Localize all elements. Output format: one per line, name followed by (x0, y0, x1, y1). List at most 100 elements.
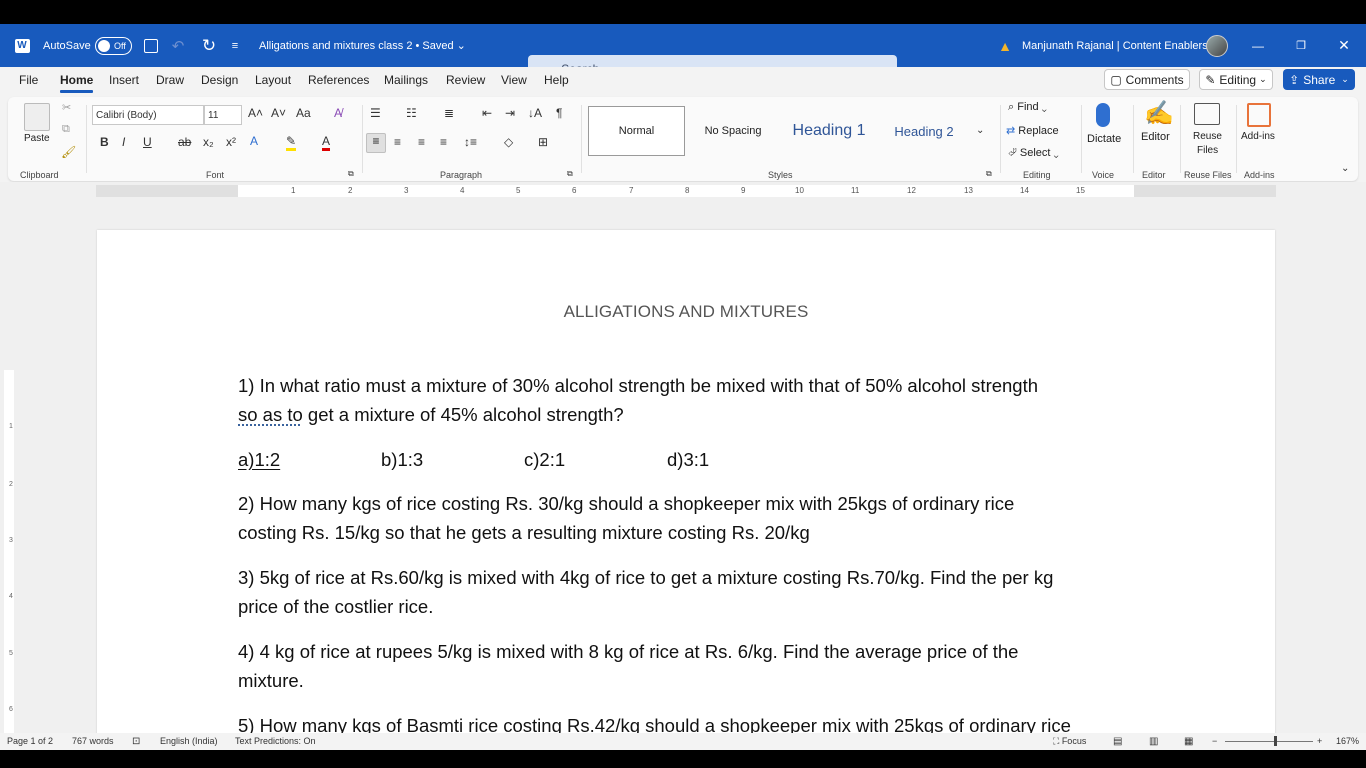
question-4[interactable]: 4) 4 kg of rice at rupees 5/kg is mixed … (238, 637, 1138, 695)
focus-mode-button[interactable]: ⛶ Focus (1053, 736, 1086, 747)
underline-icon[interactable]: U (143, 135, 152, 149)
paste-icon[interactable] (24, 103, 50, 131)
cut-icon[interactable]: ✂ (62, 101, 71, 114)
font-dialog-launcher-icon[interactable]: ⧉ (348, 169, 354, 179)
find-button[interactable]: ⌕ Find ⌄ (1008, 101, 1047, 114)
borders-icon[interactable]: ⊞ (538, 135, 548, 149)
shrink-font-icon[interactable]: A˅ (271, 106, 286, 120)
tab-references[interactable]: References (308, 73, 369, 87)
multilevel-list-icon[interactable]: ≣ (444, 106, 454, 120)
paragraph-dialog-launcher-icon[interactable]: ⧉ (567, 169, 573, 179)
undo-icon[interactable]: ↶ (170, 24, 186, 67)
vertical-ruler[interactable]: 1 2 3 4 5 6 (4, 370, 14, 733)
tab-insert[interactable]: Insert (109, 73, 139, 87)
line-spacing-icon[interactable]: ↕≡ (464, 135, 477, 149)
font-name-box[interactable]: Calibri (Body) (92, 105, 204, 125)
change-case-icon[interactable]: Aa (296, 106, 311, 120)
dictate-button[interactable]: Dictate (1087, 133, 1121, 145)
save-icon[interactable] (143, 24, 159, 67)
language-status[interactable]: English (India) (160, 736, 218, 746)
collapse-ribbon-icon[interactable]: ⌄ (1341, 163, 1349, 174)
italic-icon[interactable]: I (122, 135, 125, 149)
redo-icon[interactable]: ↻ (200, 24, 218, 67)
styles-dialog-launcher-icon[interactable]: ⧉ (986, 169, 992, 179)
bold-icon[interactable]: B (100, 135, 109, 149)
ruler-right-margin[interactable] (1134, 185, 1276, 197)
highlight-icon[interactable]: ✎ (286, 134, 297, 151)
zoom-slider[interactable] (1225, 741, 1313, 742)
customize-quick-access-icon[interactable]: ≡ (230, 24, 240, 67)
ruler-left-margin[interactable] (96, 185, 238, 197)
word-count[interactable]: 767 words (72, 736, 114, 746)
share-button[interactable]: ⇪ Share ⌄ (1283, 69, 1355, 90)
increase-indent-icon[interactable]: ⇥ (505, 106, 515, 120)
zoom-slider-thumb[interactable] (1274, 736, 1277, 746)
reuse-label[interactable]: Reuse (1193, 131, 1222, 142)
web-layout-icon[interactable]: ▦ (1184, 736, 1193, 747)
user-name[interactable]: Manjunath Rajanal | Content Enablers (1022, 24, 1208, 67)
numbering-icon[interactable]: ☷ (406, 106, 417, 120)
paste-button[interactable]: Paste (24, 133, 50, 144)
tab-view[interactable]: View (501, 73, 527, 87)
editor-icon[interactable]: ✍ (1144, 99, 1174, 128)
tab-help[interactable]: Help (544, 73, 569, 87)
align-right-icon[interactable]: ≡ (418, 135, 425, 149)
strikethrough-icon[interactable]: ab (178, 135, 191, 149)
tab-review[interactable]: Review (446, 73, 485, 87)
show-paragraph-marks-icon[interactable]: ¶ (556, 106, 562, 120)
option-b[interactable]: b)1:3 (381, 449, 423, 471)
text-effects-icon[interactable]: A (250, 134, 258, 148)
question-2[interactable]: 2) How many kgs of rice costing Rs. 30/k… (238, 489, 1138, 547)
zoom-out-icon[interactable]: − (1212, 736, 1217, 746)
add-ins-button[interactable]: Add-ins (1241, 131, 1275, 142)
document-title[interactable]: Alligations and mixtures class 2 • Saved… (259, 24, 466, 67)
option-c[interactable]: c)2:1 (524, 449, 565, 471)
align-center-icon[interactable]: ≡ (394, 135, 401, 149)
justify-icon[interactable]: ≡ (440, 135, 447, 149)
clear-formatting-icon[interactable]: A̸ (334, 106, 342, 120)
style-normal[interactable]: Normal (588, 106, 685, 156)
editing-mode-button[interactable]: ✎ Editing ⌄ (1199, 69, 1273, 90)
shading-icon[interactable]: ◇ (504, 135, 513, 149)
style-no-spacing[interactable]: No Spacing (695, 106, 771, 156)
copy-icon[interactable]: ⧉ (62, 123, 70, 136)
microphone-icon[interactable] (1096, 103, 1110, 127)
close-icon[interactable]: ✕ (1338, 24, 1350, 67)
autosave-toggle[interactable]: Off (95, 24, 132, 67)
style-heading-2[interactable]: Heading 2 (885, 106, 963, 156)
font-size-box[interactable]: 11 (204, 105, 242, 125)
reuse-files-icon[interactable] (1194, 103, 1220, 125)
option-d[interactable]: d)3:1 (667, 449, 709, 471)
restore-icon[interactable]: ❐ (1295, 24, 1307, 67)
ruler-body[interactable]: 1 2 3 4 5 6 7 8 9 10 11 12 13 14 15 (238, 185, 1134, 197)
read-mode-icon[interactable]: ▤ (1113, 736, 1122, 747)
tab-file[interactable]: File (19, 73, 38, 87)
align-left-icon[interactable]: ≡ (366, 133, 386, 153)
question-5[interactable]: 5) How many kgs of Basmti rice costing R… (238, 711, 1138, 733)
reuse-files-label[interactable]: Files (1197, 145, 1218, 156)
editor-button[interactable]: Editor (1141, 131, 1170, 143)
comments-button[interactable]: ▢ Comments (1104, 69, 1190, 90)
decrease-indent-icon[interactable]: ⇤ (482, 106, 492, 120)
proofing-icon[interactable]: ⊡ (132, 736, 140, 747)
print-layout-icon[interactable]: ▥ (1149, 736, 1158, 747)
text-predictions-status[interactable]: Text Predictions: On (235, 736, 316, 746)
document-canvas[interactable]: 1 2 3 4 5 6 ALLIGATIONS AND MIXTURES 1) … (0, 200, 1366, 733)
tab-draw[interactable]: Draw (156, 73, 184, 87)
replace-button[interactable]: ⇄ Replace (1006, 124, 1059, 137)
document-page[interactable]: ALLIGATIONS AND MIXTURES 1) In what rati… (97, 230, 1275, 733)
styles-gallery-more-icon[interactable]: ⌄ (976, 125, 984, 136)
subscript-icon[interactable]: x₂ (203, 135, 214, 149)
grow-font-icon[interactable]: A˄ (248, 106, 263, 120)
document-heading[interactable]: ALLIGATIONS AND MIXTURES (97, 302, 1275, 322)
page-count[interactable]: Page 1 of 2 (7, 736, 53, 746)
minimize-icon[interactable]: — (1252, 24, 1264, 67)
add-ins-icon[interactable] (1247, 103, 1271, 127)
sort-icon[interactable]: ↓A (528, 106, 542, 120)
font-color-icon[interactable]: A (322, 134, 331, 151)
grammar-flagged-text[interactable]: so as to (238, 404, 303, 425)
avatar[interactable] (1205, 24, 1229, 67)
zoom-in-icon[interactable]: + (1317, 736, 1322, 746)
tab-design[interactable]: Design (201, 73, 238, 87)
superscript-icon[interactable]: x² (226, 135, 236, 149)
